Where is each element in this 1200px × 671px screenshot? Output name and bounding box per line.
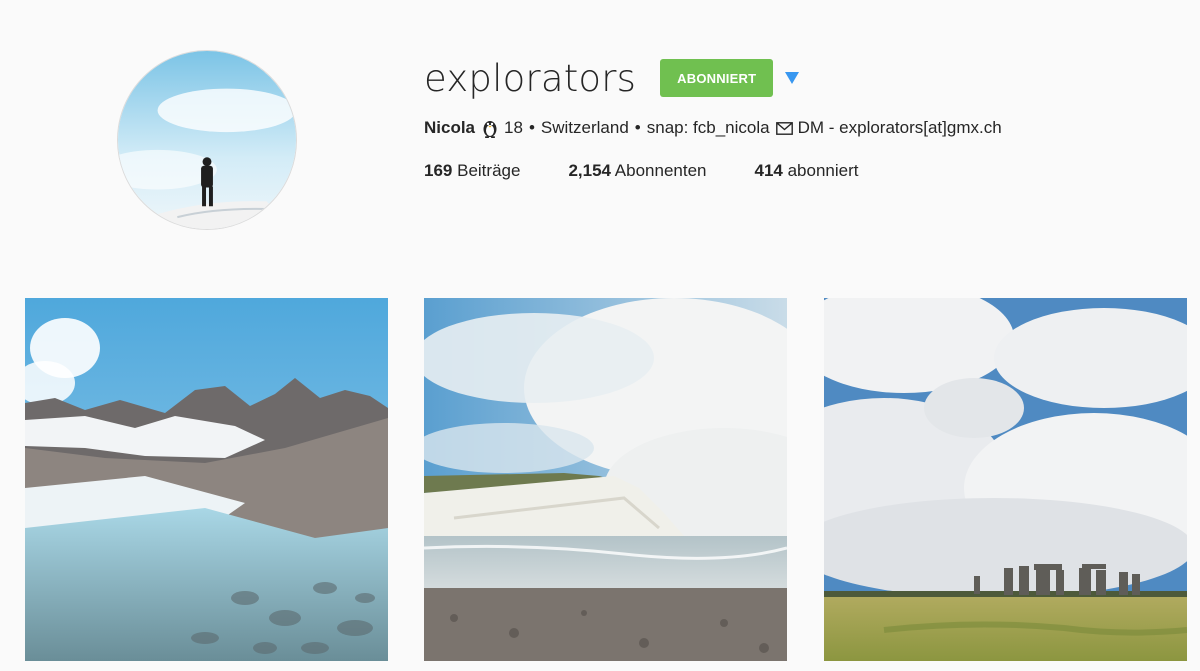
caret-down-icon[interactable]: [783, 69, 801, 87]
profile-bio: Nicola 18 • Switzerland • snap: fcb_nico…: [424, 118, 1184, 138]
post-image-white-cliffs: [424, 298, 787, 661]
profile-username: explorators: [424, 56, 637, 100]
post-thumbnail[interactable]: [824, 298, 1187, 661]
stat-label: Beiträge: [457, 161, 521, 180]
bio-name: Nicola: [424, 118, 476, 137]
stat-count: 169: [424, 161, 453, 180]
post-image-alpine-lake: [25, 298, 388, 661]
stat-count: 414: [754, 161, 783, 180]
profile-stats: 169 Beiträge 2,154 Abonnenten 414 abonni…: [424, 161, 1184, 181]
stat-label: Abonnenten: [614, 161, 707, 180]
stat-posts[interactable]: 169 Beiträge: [424, 161, 520, 181]
stat-following[interactable]: 414 abonniert: [754, 161, 858, 181]
bio-age: 18: [504, 118, 523, 137]
bio-contact: DM - explorators[at]gmx.ch: [797, 118, 1002, 137]
stat-followers[interactable]: 2,154 Abonnenten: [568, 161, 706, 181]
penguin-icon: [482, 118, 498, 138]
bio-separator: •: [528, 118, 535, 137]
bio-separator: •: [634, 118, 641, 137]
avatar-image: [118, 51, 296, 229]
post-thumbnail[interactable]: [25, 298, 388, 661]
post-image-stone-circle: [824, 298, 1187, 661]
bio-snapchat: snap: fcb_nicola: [646, 118, 770, 137]
stat-label: abonniert: [787, 161, 859, 180]
post-thumbnail[interactable]: [424, 298, 787, 661]
stat-count: 2,154: [568, 161, 611, 180]
mail-icon: [775, 121, 793, 135]
title-row: explorators ABONNIERT: [424, 56, 1184, 100]
profile-avatar[interactable]: [117, 50, 297, 230]
profile-header: explorators ABONNIERT Nicola 18 • Switze…: [424, 56, 1184, 181]
bio-location: Switzerland: [540, 118, 629, 137]
following-button[interactable]: ABONNIERT: [660, 59, 774, 97]
